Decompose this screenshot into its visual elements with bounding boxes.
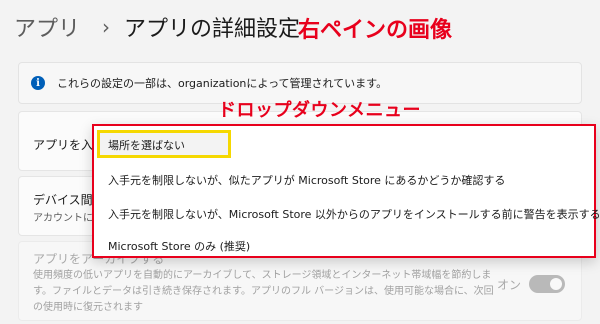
annotation-dropdown-label: ドロップダウンメニュー (218, 100, 421, 121)
dropdown-option-store-only[interactable]: Microsoft Store のみ (推奨) (108, 238, 250, 254)
page-title: アプリの詳細設定 (124, 17, 301, 42)
archive-apps-toggle[interactable] (529, 275, 565, 293)
breadcrumb: アプリ › アプリの詳細設定 (14, 9, 300, 45)
breadcrumb-parent-apps[interactable]: アプリ (14, 11, 80, 43)
dropdown-option-check-store[interactable]: 入手元を制限しないが、似たアプリが Microsoft Store にあるかどう… (108, 172, 505, 188)
dropdown-option-warn-before-install[interactable]: 入手元を制限しないが、Microsoft Store 以外からのアプリをインスト… (108, 206, 600, 222)
breadcrumb-chevron-icon: › (102, 15, 111, 39)
managed-info-text: これらの設定の一部は、organizationによって管理されています。 (57, 77, 388, 90)
annotation-right-pane-label: 右ペインの画像 (298, 18, 453, 43)
toggle-knob (550, 278, 562, 290)
dropdown-option-anywhere[interactable]: 場所を選ばない (108, 137, 185, 153)
archive-toggle-label: オン (496, 278, 521, 292)
archive-apps-description: 使用頻度の低いアプリを自動的にアーカイブして、ストレージ領域とインターネット帯域… (33, 270, 494, 313)
app-source-dropdown-menu: 場所を選ばない 入手元を制限しないが、似たアプリが Microsoft Stor… (92, 124, 600, 258)
info-icon: i (31, 76, 45, 90)
